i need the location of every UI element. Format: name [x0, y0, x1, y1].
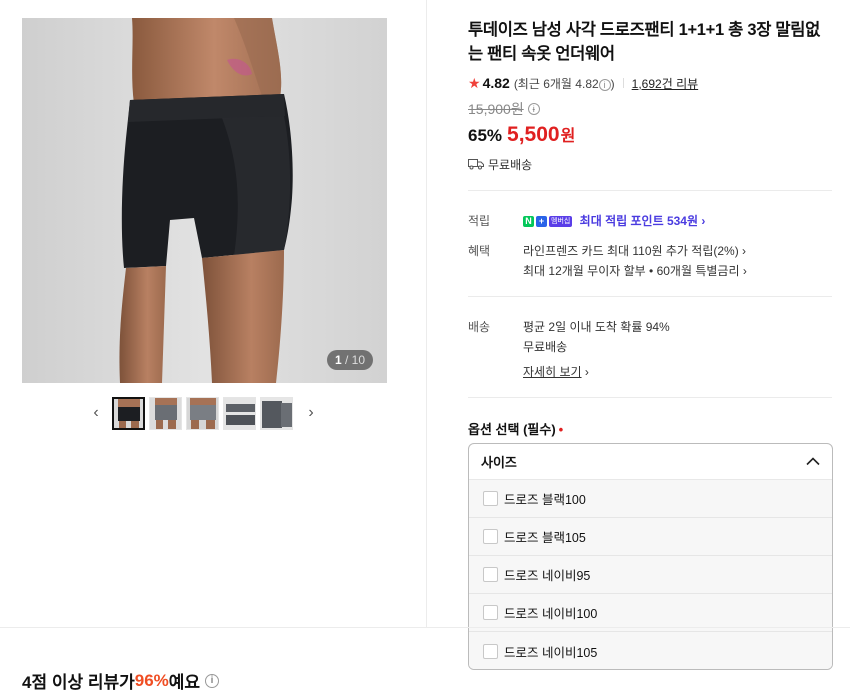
delivery-row: 배송 평균 2일 이내 도착 확률 94% 무료배송 자세히 보기 › — [468, 318, 832, 382]
size-option-label: 드로즈 블랙105 — [504, 531, 586, 545]
thumbnail-3-image — [187, 398, 218, 429]
review-info-icon[interactable]: i — [205, 673, 220, 688]
thumbnail-strip: ‹ › — [22, 395, 387, 431]
rating-summary: ★ 4.82 (최근 6개월 4.82 i) 1,692건 리뷰 — [468, 74, 832, 92]
benefit-row: 혜택 라인프렌즈 카드 최대 110원 추가 적립(2%) › 최대 12개월 … — [468, 242, 832, 282]
points-row: 적립 N + 멤버십 최대 적립 포인트 534원 › — [468, 212, 832, 230]
original-price: 15,900원 — [468, 101, 524, 117]
size-dropdown[interactable]: 사이즈 드로즈 블랙100 드로즈 블랙105 드로즈 네이비95 드로즈 네이… — [468, 443, 833, 670]
section-divider — [0, 627, 850, 628]
size-option-label: 드로즈 네이비95 — [504, 569, 591, 583]
review-headline-percent: 96% — [134, 670, 169, 690]
size-option[interactable]: 드로즈 네이비95 — [469, 556, 832, 594]
thumbnail-next-arrow-icon[interactable]: › — [304, 403, 318, 423]
size-dropdown-header[interactable]: 사이즈 — [469, 444, 832, 480]
size-option[interactable]: 드로즈 블랙105 — [469, 518, 832, 556]
naver-n-icon: N — [523, 216, 534, 228]
recent-rating-close: ) — [610, 76, 615, 91]
chevron-right-icon: › — [584, 365, 589, 379]
benefit-label: 혜택 — [468, 244, 491, 258]
sale-price-unit: 원 — [560, 128, 576, 145]
review-headline: 4점 이상 리뷰가 96% 예요 i — [22, 668, 220, 693]
checkbox[interactable] — [483, 605, 498, 620]
size-option-label: 드로즈 네이비100 — [504, 607, 598, 621]
info-icon[interactable]: i — [598, 78, 611, 91]
thumbnail-4[interactable] — [223, 397, 256, 430]
price-row: 65% 5,500 원 — [468, 122, 832, 148]
checkbox[interactable] — [483, 643, 498, 659]
divider — [468, 190, 832, 191]
shipping-text: 무료배송 — [488, 157, 533, 172]
product-title: 투데이즈 남성 사각 드로즈팬티 1+1+1 총 3장 말림없는 팬티 속옷 언… — [468, 21, 821, 63]
thumbnail-5[interactable] — [260, 397, 293, 430]
delivery-label: 배송 — [468, 320, 491, 334]
delivery-detail: 자세히 보기 › — [523, 363, 589, 380]
size-option-label: 드로즈 네이비105 — [504, 645, 598, 660]
delivery-probability: 평균 2일 이내 도착 확률 94% — [523, 320, 670, 334]
divider — [468, 296, 832, 297]
image-counter-current: 1 — [334, 353, 342, 367]
option-title-text: 옵션 선택 (필수) — [468, 422, 556, 437]
max-points-link[interactable]: 최대 적립 포인트 534원 › — [580, 214, 706, 228]
thumbnail-3[interactable] — [186, 397, 219, 430]
size-option-label: 드로즈 블랙100 — [504, 493, 586, 507]
size-option[interactable]: 드로즈 네이비105 — [469, 632, 832, 669]
thumbnail-prev-arrow-icon[interactable]: ‹ — [89, 403, 103, 423]
original-price-row: 15,900원 i — [468, 100, 832, 118]
product-info: 투데이즈 남성 사각 드로즈팬티 1+1+1 총 3장 말림없는 팬티 속옷 언… — [468, 18, 832, 173]
thumbnail-2-image — [150, 398, 181, 429]
delivery-free: 무료배송 — [523, 340, 568, 354]
shipping-summary: 무료배송 — [468, 155, 832, 173]
thumbnail-2[interactable] — [149, 397, 182, 430]
size-option[interactable]: 드로즈 블랙100 — [469, 480, 832, 518]
checkbox[interactable] — [483, 529, 498, 544]
thumbnail-1-image — [114, 399, 143, 428]
truck-icon — [468, 159, 484, 170]
installment-benefit-link[interactable]: 최대 12개월 무이자 할부 • 60개월 특별금리 › — [523, 262, 747, 279]
sale-price: 5,500 — [507, 123, 560, 146]
thumbnail-5-image — [261, 398, 292, 429]
card-benefit-link[interactable]: 라인프렌즈 카드 최대 110원 추가 적립(2%) › — [523, 242, 746, 259]
main-product-image[interactable]: 1 / 10 — [22, 18, 387, 383]
thumbnail-1[interactable] — [112, 397, 145, 430]
plus-icon: + — [536, 216, 547, 228]
recent-rating: (최근 6개월 4.82 i) — [514, 75, 615, 92]
rating-separator — [622, 78, 624, 88]
column-divider — [426, 0, 427, 628]
image-counter-total: / 10 — [344, 353, 365, 367]
divider — [468, 397, 832, 398]
option-section-title: 옵션 선택 (필수) • — [468, 419, 563, 438]
membership-tag: 멤버십 — [549, 216, 573, 228]
chevron-up-icon — [806, 457, 820, 466]
product-photo-illustration — [22, 18, 387, 383]
rating-score: 4.82 — [482, 75, 510, 91]
product-gallery: 1 / 10 ‹ › — [22, 18, 387, 430]
delivery-detail-link[interactable]: 자세히 보기 — [523, 365, 582, 379]
size-dropdown-label: 사이즈 — [481, 455, 517, 470]
naverpay-membership-badge: N + 멤버십 — [523, 216, 573, 228]
image-counter: 1 / 10 — [326, 350, 373, 370]
review-count-link[interactable]: 1,692건 리뷰 — [632, 75, 698, 92]
discount-rate: 65% — [468, 126, 503, 145]
star-icon: ★ — [468, 74, 481, 91]
points-label: 적립 — [468, 214, 491, 228]
recent-rating-text: (최근 6개월 4.82 — [513, 76, 599, 91]
checkbox[interactable] — [483, 491, 498, 506]
points-value-wrap: N + 멤버십 최대 적립 포인트 534원 › — [523, 212, 705, 229]
checkbox[interactable] — [483, 567, 498, 582]
review-headline-suffix: 예요 — [168, 673, 201, 692]
required-mark: • — [558, 422, 564, 437]
thumbnail-4-image — [224, 398, 255, 429]
price-info-icon[interactable]: i — [527, 103, 540, 115]
review-headline-prefix: 4점 이상 리뷰가 — [22, 673, 135, 692]
